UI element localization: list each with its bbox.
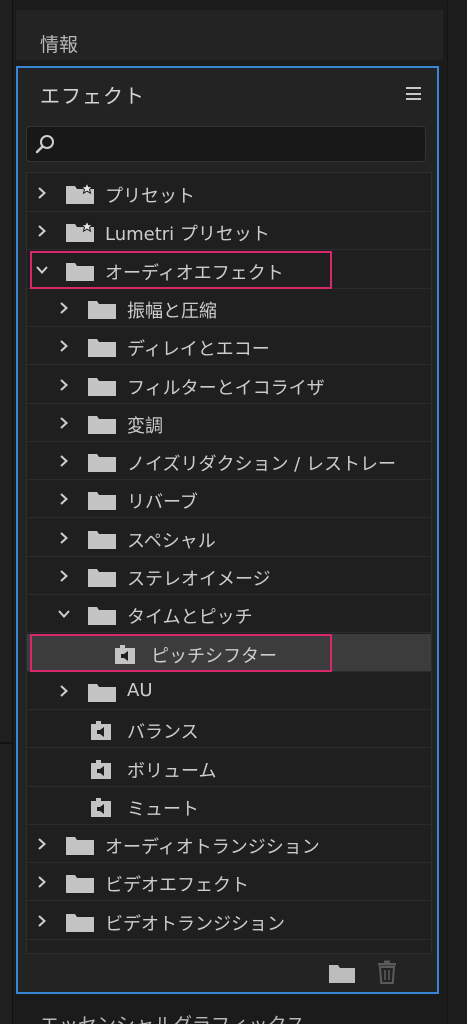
- effects-panel: エフェクト プリセット Lumetri プリセット オーディオエフェクト振幅と圧縮デ…: [16, 66, 439, 994]
- chevron-down-icon[interactable]: [35, 263, 49, 277]
- tree-item-label: ステレオイメージ: [127, 569, 271, 590]
- tree-item-label: ピッチシフター: [151, 645, 277, 667]
- tree-item-label: ノイズリダクション / レストレー: [127, 454, 396, 476]
- trash-icon[interactable]: [376, 960, 398, 984]
- search-box[interactable]: [26, 126, 426, 162]
- chevron-right-icon[interactable]: [35, 875, 49, 889]
- chevron-right-icon[interactable]: [57, 339, 71, 353]
- tree-item-label: ミュート: [127, 798, 199, 820]
- tree-row[interactable]: ミュート: [27, 787, 431, 825]
- audio-effect-icon: [91, 759, 111, 779]
- tree-row[interactable]: 変調: [27, 404, 431, 442]
- folder-icon: [66, 837, 94, 856]
- tree-row[interactable]: ディレイとエコー: [27, 327, 431, 366]
- chevron-right-icon[interactable]: [57, 301, 71, 315]
- tree-item-label: 変調: [127, 415, 163, 437]
- tree-row[interactable]: ノイズリダクション / レストレー: [27, 442, 431, 481]
- folder-icon: [88, 339, 116, 358]
- folder-icon: [66, 262, 94, 281]
- tree-item-label: AU: [127, 679, 153, 701]
- tree-row[interactable]: プリセット: [27, 174, 431, 212]
- chevron-right-icon[interactable]: [35, 837, 49, 851]
- tree-item-label: プリセット: [105, 186, 195, 207]
- tree-item-label: Lumetri プリセット: [105, 224, 270, 246]
- tree-row[interactable]: オーディオエフェクト: [27, 251, 431, 289]
- folder-icon: [66, 913, 94, 932]
- folder-icon: [88, 492, 116, 511]
- tree-row[interactable]: 振幅と圧縮: [27, 289, 431, 327]
- folder-icon: [66, 875, 94, 894]
- audio-effect-icon: [115, 644, 135, 664]
- tree-row[interactable]: ビデオエフェクト: [27, 863, 431, 902]
- panel-divider[interactable]: [0, 742, 12, 744]
- tree-row[interactable]: ビデオトランジション: [27, 902, 431, 940]
- preset-folder-icon: [66, 183, 94, 204]
- tree-row[interactable]: ステレオイメージ: [27, 557, 431, 595]
- tree-item-label: オーディオトランジション: [105, 837, 320, 859]
- folder-icon: [88, 454, 116, 473]
- tree-item-label: 振幅と圧縮: [127, 300, 217, 322]
- right-panel-edge: [447, 0, 467, 1024]
- search-input[interactable]: [61, 131, 415, 159]
- audio-effect-icon: [91, 721, 111, 741]
- essential-graphics-tab[interactable]: エッセンシャルグラフィックス: [40, 1010, 305, 1024]
- chevron-right-icon[interactable]: [57, 531, 71, 545]
- tree-row[interactable]: バランス: [27, 710, 431, 749]
- folder-icon: [88, 607, 116, 626]
- effects-tree: プリセット Lumetri プリセット オーディオエフェクト振幅と圧縮ディレイとエコ…: [26, 172, 432, 954]
- info-panel-header[interactable]: 情報: [16, 10, 443, 60]
- search-icon: [35, 135, 54, 154]
- left-panel-edge: [0, 0, 13, 1024]
- new-bin-icon[interactable]: [328, 962, 356, 984]
- tree-item-label: ビデオエフェクト: [105, 875, 249, 897]
- folder-icon: [88, 530, 116, 549]
- tree-row[interactable]: ピッチシフター: [27, 633, 431, 672]
- tree-row[interactable]: フィルターとイコライザ: [27, 366, 431, 404]
- folder-icon: [88, 683, 116, 702]
- folder-icon: [88, 569, 116, 587]
- chevron-right-icon[interactable]: [57, 684, 71, 698]
- chevron-right-icon[interactable]: [35, 224, 49, 238]
- folder-icon: [88, 415, 116, 434]
- tree-item-label: ディレイとエコー: [127, 339, 270, 361]
- tree-row[interactable]: オーディオトランジション: [27, 825, 431, 864]
- tree-item-label: バランス: [127, 722, 199, 744]
- folder-icon: [88, 377, 116, 396]
- tree-row[interactable]: ボリューム: [27, 749, 431, 787]
- chevron-right-icon[interactable]: [57, 569, 71, 583]
- chevron-right-icon[interactable]: [35, 186, 49, 200]
- chevron-right-icon[interactable]: [57, 378, 71, 392]
- tree-item-label: リバーブ: [127, 492, 198, 514]
- chevron-right-icon[interactable]: [57, 416, 71, 430]
- chevron-right-icon[interactable]: [57, 454, 71, 468]
- tree-item-label: ボリューム: [127, 760, 217, 782]
- tree-item-label: オーディオエフェクト: [105, 262, 284, 284]
- tree-item-label: ビデオトランジション: [105, 913, 285, 935]
- app-window: 情報 エフェクト プリセット Lumetri プリセット オーディオエフェクト振幅と…: [0, 0, 467, 1024]
- effects-panel-title[interactable]: エフェクト: [40, 80, 145, 109]
- tree-row[interactable]: スペシャル: [27, 519, 431, 557]
- panel-menu-icon[interactable]: [406, 87, 421, 100]
- info-panel-title[interactable]: 情報: [40, 30, 78, 57]
- tree-row[interactable]: タイムとピッチ: [27, 595, 431, 634]
- tree-item-label: タイムとピッチ: [127, 607, 253, 629]
- tree-item-label: フィルターとイコライザ: [127, 377, 325, 399]
- chevron-right-icon[interactable]: [57, 492, 71, 506]
- preset-folder-icon: [66, 221, 94, 243]
- tree-row[interactable]: AU: [27, 672, 431, 710]
- audio-effect-icon: [91, 797, 111, 817]
- chevron-right-icon[interactable]: [35, 914, 49, 928]
- tree-row[interactable]: Lumetri プリセット: [27, 212, 431, 251]
- folder-icon: [88, 300, 116, 319]
- chevron-down-icon[interactable]: [57, 607, 71, 621]
- tree-item-label: スペシャル: [127, 530, 216, 552]
- tree-row[interactable]: リバーブ: [27, 480, 431, 519]
